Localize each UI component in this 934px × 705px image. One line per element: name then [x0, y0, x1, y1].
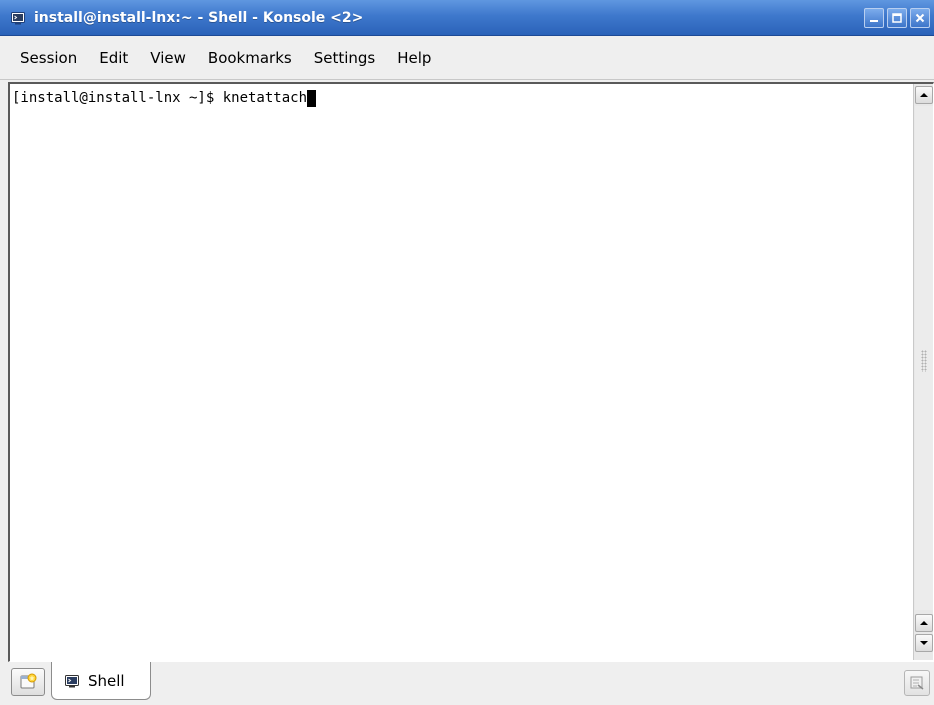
close-session-icon	[910, 676, 924, 690]
scroll-up-button[interactable]	[915, 86, 933, 104]
terminal-prompt: [install@install-lnx ~]$	[12, 90, 223, 106]
window-titlebar[interactable]: install@install-lnx:~ - Shell - Konsole …	[0, 0, 934, 36]
tab-label: Shell	[88, 671, 125, 690]
menu-view[interactable]: View	[139, 45, 197, 71]
terminal-output[interactable]: [install@install-lnx ~]$ knetattach	[10, 84, 914, 660]
arrow-up-icon	[920, 93, 928, 97]
window-controls	[864, 8, 930, 28]
tab-shell[interactable]: Shell	[51, 662, 151, 700]
arrow-up-icon	[920, 621, 928, 625]
close-button[interactable]	[910, 8, 930, 28]
menu-edit[interactable]: Edit	[88, 45, 139, 71]
menu-settings[interactable]: Settings	[303, 45, 387, 71]
maximize-icon	[892, 13, 902, 23]
menu-bookmarks[interactable]: Bookmarks	[197, 45, 303, 71]
terminal-command: knetattach	[222, 90, 308, 106]
scroll-up-button-bottom[interactable]	[915, 614, 933, 632]
minimize-button[interactable]	[864, 8, 884, 28]
menu-help[interactable]: Help	[386, 45, 442, 71]
konsole-icon	[65, 674, 79, 687]
vertical-scrollbar[interactable]	[913, 84, 933, 660]
close-session-button[interactable]	[904, 670, 930, 696]
menu-session[interactable]: Session	[8, 45, 88, 71]
scrollbar-grip[interactable]	[921, 350, 927, 372]
new-session-icon	[20, 673, 37, 689]
window-title: install@install-lnx:~ - Shell - Konsole …	[34, 9, 364, 26]
terminal-cursor	[307, 90, 317, 107]
scroll-down-button[interactable]	[915, 634, 933, 652]
arrow-down-icon	[920, 641, 928, 645]
konsole-icon[interactable]	[10, 10, 26, 26]
terminal-frame: [install@install-lnx ~]$ knetattach	[8, 82, 934, 662]
new-session-button[interactable]	[11, 668, 45, 696]
maximize-button[interactable]	[887, 8, 907, 28]
session-tab-bar: Shell	[0, 662, 934, 705]
menu-bar: Session Edit View Bookmarks Settings Hel…	[0, 36, 934, 80]
close-icon	[915, 13, 925, 23]
minimize-icon	[870, 20, 878, 22]
